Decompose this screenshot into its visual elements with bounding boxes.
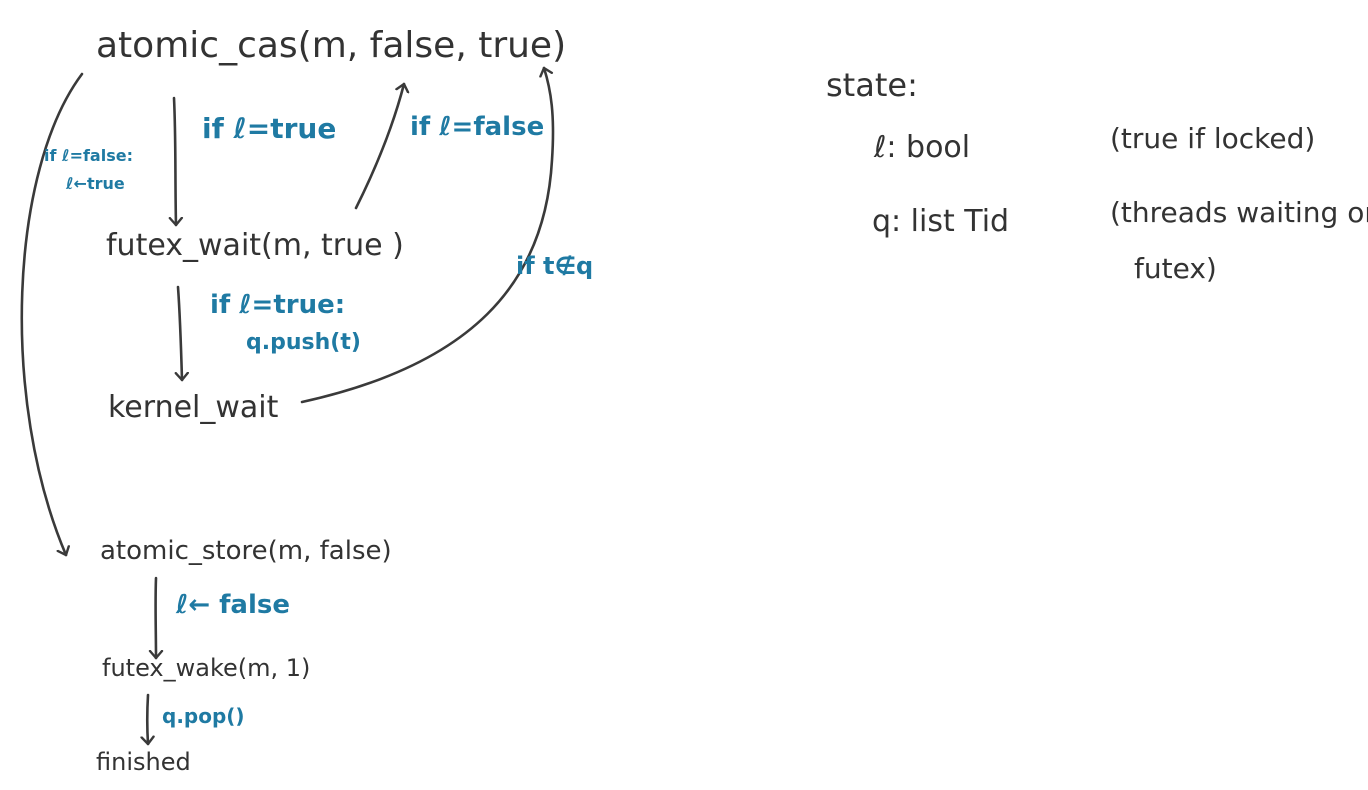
- state-l-name: ℓ: bool: [874, 130, 971, 165]
- cond-if-l-false-line1: if ℓ=false:: [44, 146, 133, 165]
- arrow-futex-wake-to-finished: [147, 693, 148, 746]
- cond-if-l-false-retry: if ℓ=false: [410, 112, 545, 142]
- arrow-cas-to-futex-wait: [174, 96, 176, 227]
- cond-if-l-true-push-line1: if ℓ=true:: [210, 290, 346, 320]
- cond-if-l-false-line2: ℓ←true: [66, 174, 125, 193]
- node-atomic-store: atomic_store(m, false): [100, 536, 392, 566]
- cond-if-l-true-push-line2: q.push(t): [246, 330, 361, 355]
- state-title: state:: [826, 66, 918, 104]
- cond-if-t-not-in-q: if t∉q: [516, 252, 594, 280]
- state-q-name: q: list Tid: [872, 204, 1010, 239]
- node-futex-wake: futex_wake(m, 1): [102, 654, 311, 682]
- node-futex-wait: futex_wait(m, true ): [106, 228, 404, 263]
- state-q-desc-line2: futex): [1134, 252, 1217, 285]
- state-q-desc-line1: (threads waiting on: [1110, 196, 1368, 229]
- arrow-futex-wait-to-kernel-wait: [178, 285, 182, 382]
- cond-if-l-true: if ℓ=true: [202, 112, 337, 145]
- cond-q-pop: q.pop(): [162, 704, 245, 728]
- arrow-futex-wait-to-cas: [354, 82, 404, 210]
- state-l-desc: (true if locked): [1110, 122, 1316, 155]
- node-kernel-wait: kernel_wait: [108, 390, 279, 425]
- cond-l-set-false: ℓ← false: [176, 590, 290, 620]
- node-finished: finished: [96, 748, 191, 776]
- node-atomic-cas: atomic_cas(m, false, true): [96, 25, 567, 66]
